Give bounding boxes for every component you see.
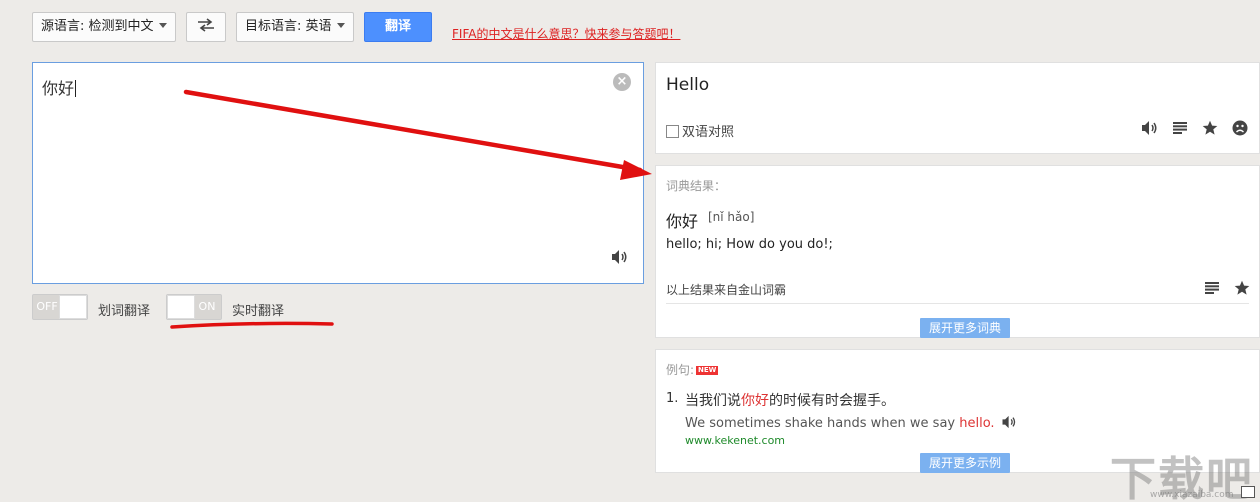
examples-heading-label: 例句:	[666, 363, 695, 377]
chevron-down-icon	[336, 23, 345, 28]
new-badge: NEW	[696, 366, 719, 375]
examples-heading: 例句: NEW	[666, 361, 719, 378]
translation-result-text: Hello	[666, 75, 710, 95]
swap-languages-button[interactable]	[186, 12, 226, 42]
dictionary-source-note: 以上结果来自金山词霸	[666, 283, 787, 297]
target-language-label: 目标语言: 英语	[245, 19, 332, 34]
example-source-link[interactable]: www.kekenet.com	[685, 434, 785, 447]
swap-icon	[198, 18, 214, 32]
example-en-highlight: hello.	[959, 416, 995, 431]
dictionary-word: 你好	[666, 212, 699, 231]
word-translate-toggle[interactable]: OFF	[32, 294, 88, 320]
dictionary-definition: hello; hi; How do you do!;	[666, 237, 833, 252]
dictionary-phonetic: [nǐ hǎo]	[708, 210, 755, 224]
annotation-underline	[170, 321, 334, 329]
example-cn-highlight: 你好	[741, 393, 769, 409]
expand-more-dictionary-button[interactable]: 展开更多词典	[920, 318, 1011, 338]
star-icon[interactable]	[1233, 279, 1251, 297]
dictionary-heading: 词典结果：	[666, 179, 727, 193]
speaker-icon[interactable]	[1001, 415, 1018, 433]
toggle-knob	[167, 295, 195, 319]
toggle-state-label: ON	[198, 300, 216, 313]
promo-link[interactable]: FIFA的中文是什么意思？快来参与答题吧！	[452, 25, 680, 42]
checkbox-icon[interactable]	[666, 125, 679, 138]
speaker-icon[interactable]	[1141, 119, 1159, 137]
translation-result-panel: Hello 双语对照	[655, 62, 1260, 154]
speaker-icon[interactable]	[611, 249, 629, 269]
text-cursor	[75, 80, 77, 97]
clear-icon[interactable]: ×	[613, 73, 631, 91]
translate-button[interactable]: 翻译	[364, 12, 432, 42]
example-english-sentence: We sometimes shake hands when we say hel…	[685, 415, 1018, 433]
list-icon[interactable]	[1171, 119, 1189, 137]
star-icon[interactable]	[1201, 119, 1219, 137]
list-icon[interactable]	[1203, 279, 1221, 297]
example-chinese-sentence: 当我们说你好的时候有时会握手。	[685, 390, 895, 410]
example-number: 1.	[666, 391, 679, 406]
divider	[666, 303, 1249, 304]
example-cn-text: 当我们说	[685, 393, 741, 409]
source-language-dropdown[interactable]: 源语言: 检测到中文	[32, 12, 176, 42]
expand-corner-icon[interactable]	[1241, 486, 1255, 498]
toggle-knob	[59, 295, 87, 319]
source-language-label: 源语言: 检测到中文	[41, 19, 154, 34]
word-translate-label: 划词翻译	[98, 304, 151, 319]
bilingual-checkbox[interactable]: 双语对照	[666, 121, 734, 140]
dictionary-panel: 词典结果： 你好 [nǐ hǎo] hello; hi; How do you …	[655, 165, 1260, 338]
target-language-dropdown[interactable]: 目标语言: 英语	[236, 12, 354, 42]
expand-more-examples-button[interactable]: 展开更多示例	[920, 453, 1011, 473]
sad-face-icon[interactable]	[1231, 119, 1249, 137]
chevron-down-icon	[158, 23, 167, 28]
bilingual-label: 双语对照	[682, 125, 735, 140]
example-cn-text: 的时候有时会握手。	[769, 393, 895, 409]
example-en-text: We sometimes shake hands when we say	[685, 416, 960, 431]
realtime-translate-label: 实时翻译	[232, 304, 285, 319]
source-text: 你好	[42, 75, 77, 99]
source-text-value: 你好	[42, 79, 75, 98]
realtime-translate-toggle[interactable]: ON	[166, 294, 222, 320]
source-text-area[interactable]: 你好 ×	[32, 62, 644, 284]
watermark-url: www.xiazaiba.com	[1150, 490, 1234, 500]
toggle-state-label: OFF	[36, 300, 58, 313]
